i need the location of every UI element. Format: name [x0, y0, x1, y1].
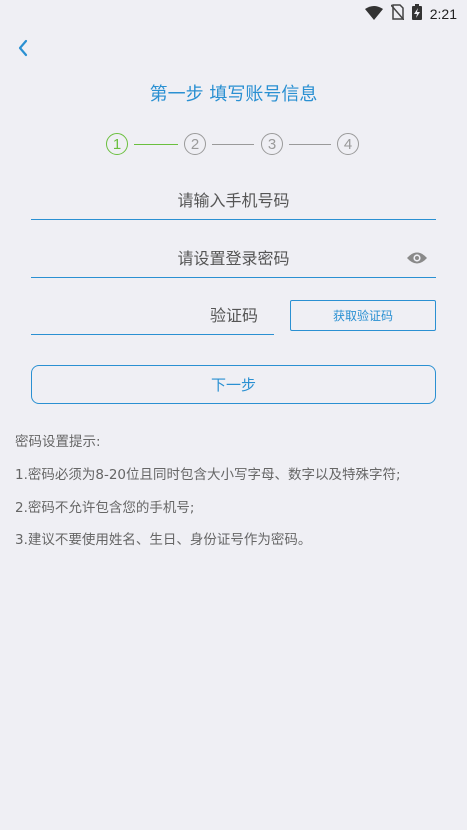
- back-button[interactable]: [12, 36, 36, 60]
- code-input[interactable]: [31, 297, 274, 334]
- step-2: 2: [184, 133, 206, 155]
- step-3: 3: [261, 133, 283, 155]
- tips-heading: 密码设置提示:: [15, 434, 101, 450]
- phone-input[interactable]: [31, 182, 436, 219]
- status-time: 2:21: [429, 6, 457, 22]
- next-button[interactable]: 下一步: [31, 365, 436, 404]
- status-bar: 2:21: [0, 0, 467, 26]
- step-connector-2: [212, 144, 254, 145]
- phone-field: [31, 182, 436, 220]
- status-icons: 2:21: [364, 4, 457, 24]
- step-1: 1: [106, 133, 128, 155]
- wifi-icon: [364, 5, 383, 24]
- tip-line-1: 1.密码必须为8-20位且同时包含大小写字母、数字以及特殊字符;: [15, 467, 401, 483]
- eye-icon[interactable]: [406, 250, 428, 266]
- step-connector-3: [289, 144, 331, 145]
- password-field: [31, 240, 436, 278]
- page-title: 第一步 填写账号信息: [149, 84, 318, 105]
- password-input[interactable]: [31, 240, 436, 277]
- no-sim-icon: [390, 4, 405, 24]
- battery-charging-icon: [411, 4, 422, 24]
- tip-line-3: 3.建议不要使用姓名、生日、身份证号作为密码。: [15, 532, 312, 548]
- code-field: [31, 297, 274, 335]
- back-arrow-icon: [18, 39, 28, 57]
- register-screen: 2:21 第一步 填写账号信息 1 2 3 4 请输入手机号码 验证码 获取验证…: [0, 0, 467, 830]
- get-code-button[interactable]: 获取验证码: [290, 300, 436, 331]
- tip-line-2: 2.密码不允许包含您的手机号;: [15, 500, 195, 516]
- step-4: 4: [337, 133, 359, 155]
- step-indicator: 1 2 3 4: [106, 133, 362, 159]
- step-connector-1: [134, 144, 178, 145]
